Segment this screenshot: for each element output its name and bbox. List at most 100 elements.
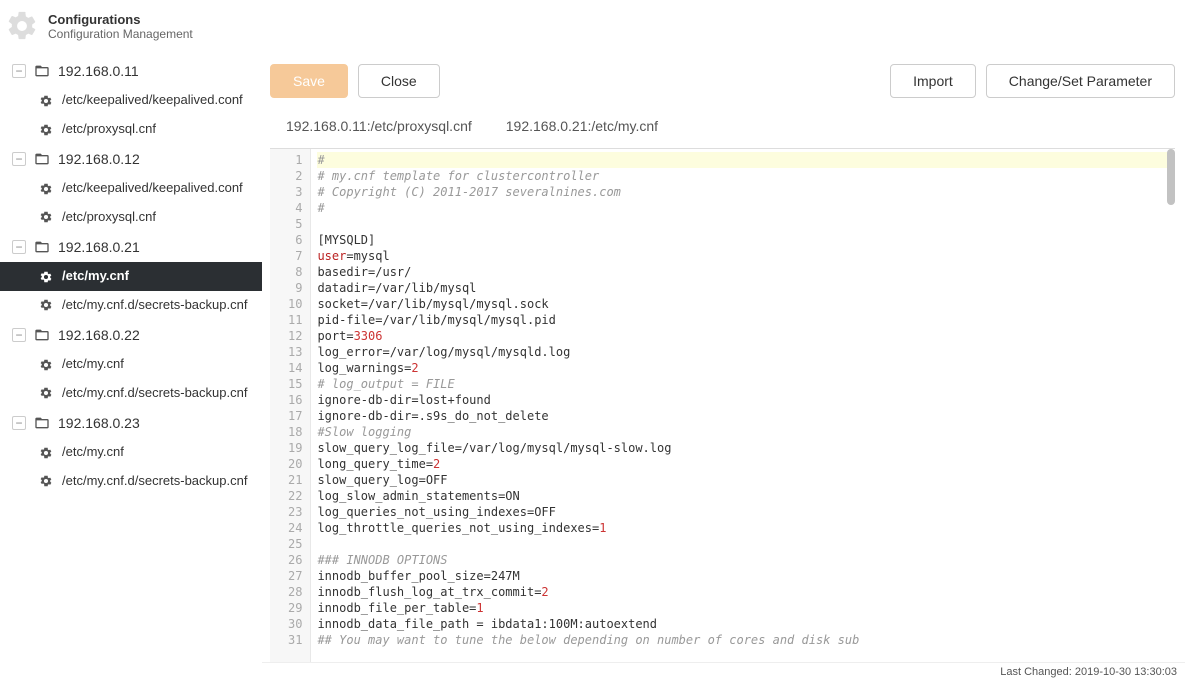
- host-label: 192.168.0.22: [58, 326, 140, 344]
- file-path: /etc/my.cnf.d/secrets-backup.cnf: [62, 385, 247, 402]
- file-path: /etc/my.cnf.d/secrets-backup.cnf: [62, 297, 247, 314]
- code-line: #Slow logging: [317, 424, 1169, 440]
- host-label: 192.168.0.12: [58, 150, 140, 168]
- host-node[interactable]: − 192.168.0.23: [0, 408, 262, 438]
- code-line: # Copyright (C) 2011-2017 severalnines.c…: [317, 184, 1169, 200]
- tab-file-2[interactable]: 192.168.0.21:/etc/my.cnf: [506, 114, 658, 138]
- code-line: log_throttle_queries_not_using_indexes=1: [317, 520, 1169, 536]
- config-file-node[interactable]: /etc/proxysql.cnf: [0, 203, 262, 232]
- host-node[interactable]: − 192.168.0.12: [0, 144, 262, 174]
- code-line: log_queries_not_using_indexes=OFF: [317, 504, 1169, 520]
- toolbar: Save Close Import Change/Set Parameter: [270, 60, 1175, 114]
- code-line: datadir=/var/lib/mysql: [317, 280, 1169, 296]
- code-line: ## You may want to tune the below depend…: [317, 632, 1169, 648]
- file-path: /etc/proxysql.cnf: [62, 121, 156, 138]
- code-line: pid-file=/var/lib/mysql/mysql.pid: [317, 312, 1169, 328]
- config-file-node[interactable]: /etc/my.cnf: [0, 438, 262, 467]
- code-line: slow_query_log_file=/var/log/mysql/mysql…: [317, 440, 1169, 456]
- gear-icon: [38, 209, 54, 225]
- editor-tabs: 192.168.0.11:/etc/proxysql.cnf 192.168.0…: [270, 114, 1175, 148]
- tab-file-1[interactable]: 192.168.0.11:/etc/proxysql.cnf: [286, 114, 472, 138]
- code-line: log_slow_admin_statements=ON: [317, 488, 1169, 504]
- file-path: /etc/my.cnf: [62, 444, 124, 461]
- code-line: log_error=/var/log/mysql/mysqld.log: [317, 344, 1169, 360]
- code-line: # log_output = FILE: [317, 376, 1169, 392]
- file-path: /etc/my.cnf: [62, 268, 129, 285]
- code-line: basedir=/usr/: [317, 264, 1169, 280]
- gear-icon: [38, 181, 54, 197]
- gear-icon: [38, 297, 54, 313]
- host-label: 192.168.0.11: [58, 62, 139, 80]
- save-button[interactable]: Save: [270, 64, 348, 98]
- config-file-node[interactable]: /etc/proxysql.cnf: [0, 115, 262, 144]
- code-line: port=3306: [317, 328, 1169, 344]
- file-path: /etc/keepalived/keepalived.conf: [62, 92, 243, 109]
- code-line: log_warnings=2: [317, 360, 1169, 376]
- collapse-icon[interactable]: −: [12, 152, 26, 166]
- folder-open-icon: [34, 151, 50, 167]
- config-file-node[interactable]: /etc/keepalived/keepalived.conf: [0, 174, 262, 203]
- last-changed-label: Last Changed:: [1000, 666, 1072, 678]
- config-tree: − 192.168.0.11/etc/keepalived/keepalived.…: [0, 52, 262, 667]
- editor-gutter: 1234567891011121314151617181920212223242…: [270, 149, 311, 667]
- editor-content[interactable]: ## my.cnf template for clustercontroller…: [311, 149, 1175, 667]
- change-parameter-button[interactable]: Change/Set Parameter: [986, 64, 1175, 98]
- gear-icon: [38, 473, 54, 489]
- import-button[interactable]: Import: [890, 64, 976, 98]
- folder-open-icon: [34, 239, 50, 255]
- page-header: Configurations Configuration Management: [0, 0, 1185, 52]
- code-line: ### INNODB OPTIONS: [317, 552, 1169, 568]
- gear-icon: [4, 8, 40, 44]
- code-line: [317, 536, 1169, 552]
- code-editor[interactable]: 1234567891011121314151617181920212223242…: [270, 148, 1175, 667]
- code-line: #: [317, 200, 1169, 216]
- config-file-node[interactable]: /etc/my.cnf: [0, 350, 262, 379]
- collapse-icon[interactable]: −: [12, 328, 26, 342]
- collapse-icon[interactable]: −: [12, 64, 26, 78]
- page-subtitle: Configuration Management: [48, 27, 193, 41]
- folder-open-icon: [34, 415, 50, 431]
- file-path: /etc/proxysql.cnf: [62, 209, 156, 226]
- code-line: #: [317, 152, 1169, 168]
- folder-open-icon: [34, 327, 50, 343]
- host-label: 192.168.0.23: [58, 414, 140, 432]
- main-panel: Save Close Import Change/Set Parameter 1…: [262, 52, 1185, 667]
- host-node[interactable]: − 192.168.0.11: [0, 56, 262, 86]
- scrollbar-thumb[interactable]: [1167, 149, 1175, 205]
- config-file-node[interactable]: /etc/my.cnf: [0, 262, 262, 291]
- last-changed-value: 2019-10-30 13:30:03: [1075, 666, 1177, 678]
- file-path: /etc/keepalived/keepalived.conf: [62, 180, 243, 197]
- code-line: long_query_time=2: [317, 456, 1169, 472]
- code-line: ignore-db-dir=.s9s_do_not_delete: [317, 408, 1169, 424]
- host-node[interactable]: − 192.168.0.21: [0, 232, 262, 262]
- host-node[interactable]: − 192.168.0.22: [0, 320, 262, 350]
- code-line: # my.cnf template for clustercontroller: [317, 168, 1169, 184]
- code-line: [MYSQLD]: [317, 232, 1169, 248]
- folder-open-icon: [34, 63, 50, 79]
- config-file-node[interactable]: /etc/my.cnf.d/secrets-backup.cnf: [0, 379, 262, 408]
- gear-icon: [38, 122, 54, 138]
- code-line: ignore-db-dir=lost+found: [317, 392, 1169, 408]
- gear-icon: [38, 93, 54, 109]
- code-line: innodb_data_file_path = ibdata1:100M:aut…: [317, 616, 1169, 632]
- close-button[interactable]: Close: [358, 64, 440, 98]
- gear-icon: [38, 357, 54, 373]
- status-bar: Last Changed: 2019-10-30 13:30:03: [262, 662, 1185, 681]
- code-line: innodb_flush_log_at_trx_commit=2: [317, 584, 1169, 600]
- gear-icon: [38, 269, 54, 285]
- gear-icon: [38, 445, 54, 461]
- collapse-icon[interactable]: −: [12, 240, 26, 254]
- collapse-icon[interactable]: −: [12, 416, 26, 430]
- config-file-node[interactable]: /etc/my.cnf.d/secrets-backup.cnf: [0, 467, 262, 496]
- code-line: slow_query_log=OFF: [317, 472, 1169, 488]
- config-file-node[interactable]: /etc/my.cnf.d/secrets-backup.cnf: [0, 291, 262, 320]
- code-line: socket=/var/lib/mysql/mysql.sock: [317, 296, 1169, 312]
- config-file-node[interactable]: /etc/keepalived/keepalived.conf: [0, 86, 262, 115]
- code-line: user=mysql: [317, 248, 1169, 264]
- file-path: /etc/my.cnf.d/secrets-backup.cnf: [62, 473, 247, 490]
- code-line: innodb_file_per_table=1: [317, 600, 1169, 616]
- code-line: innodb_buffer_pool_size=247M: [317, 568, 1169, 584]
- host-label: 192.168.0.21: [58, 238, 140, 256]
- code-line: [317, 216, 1169, 232]
- page-title: Configurations: [48, 12, 193, 27]
